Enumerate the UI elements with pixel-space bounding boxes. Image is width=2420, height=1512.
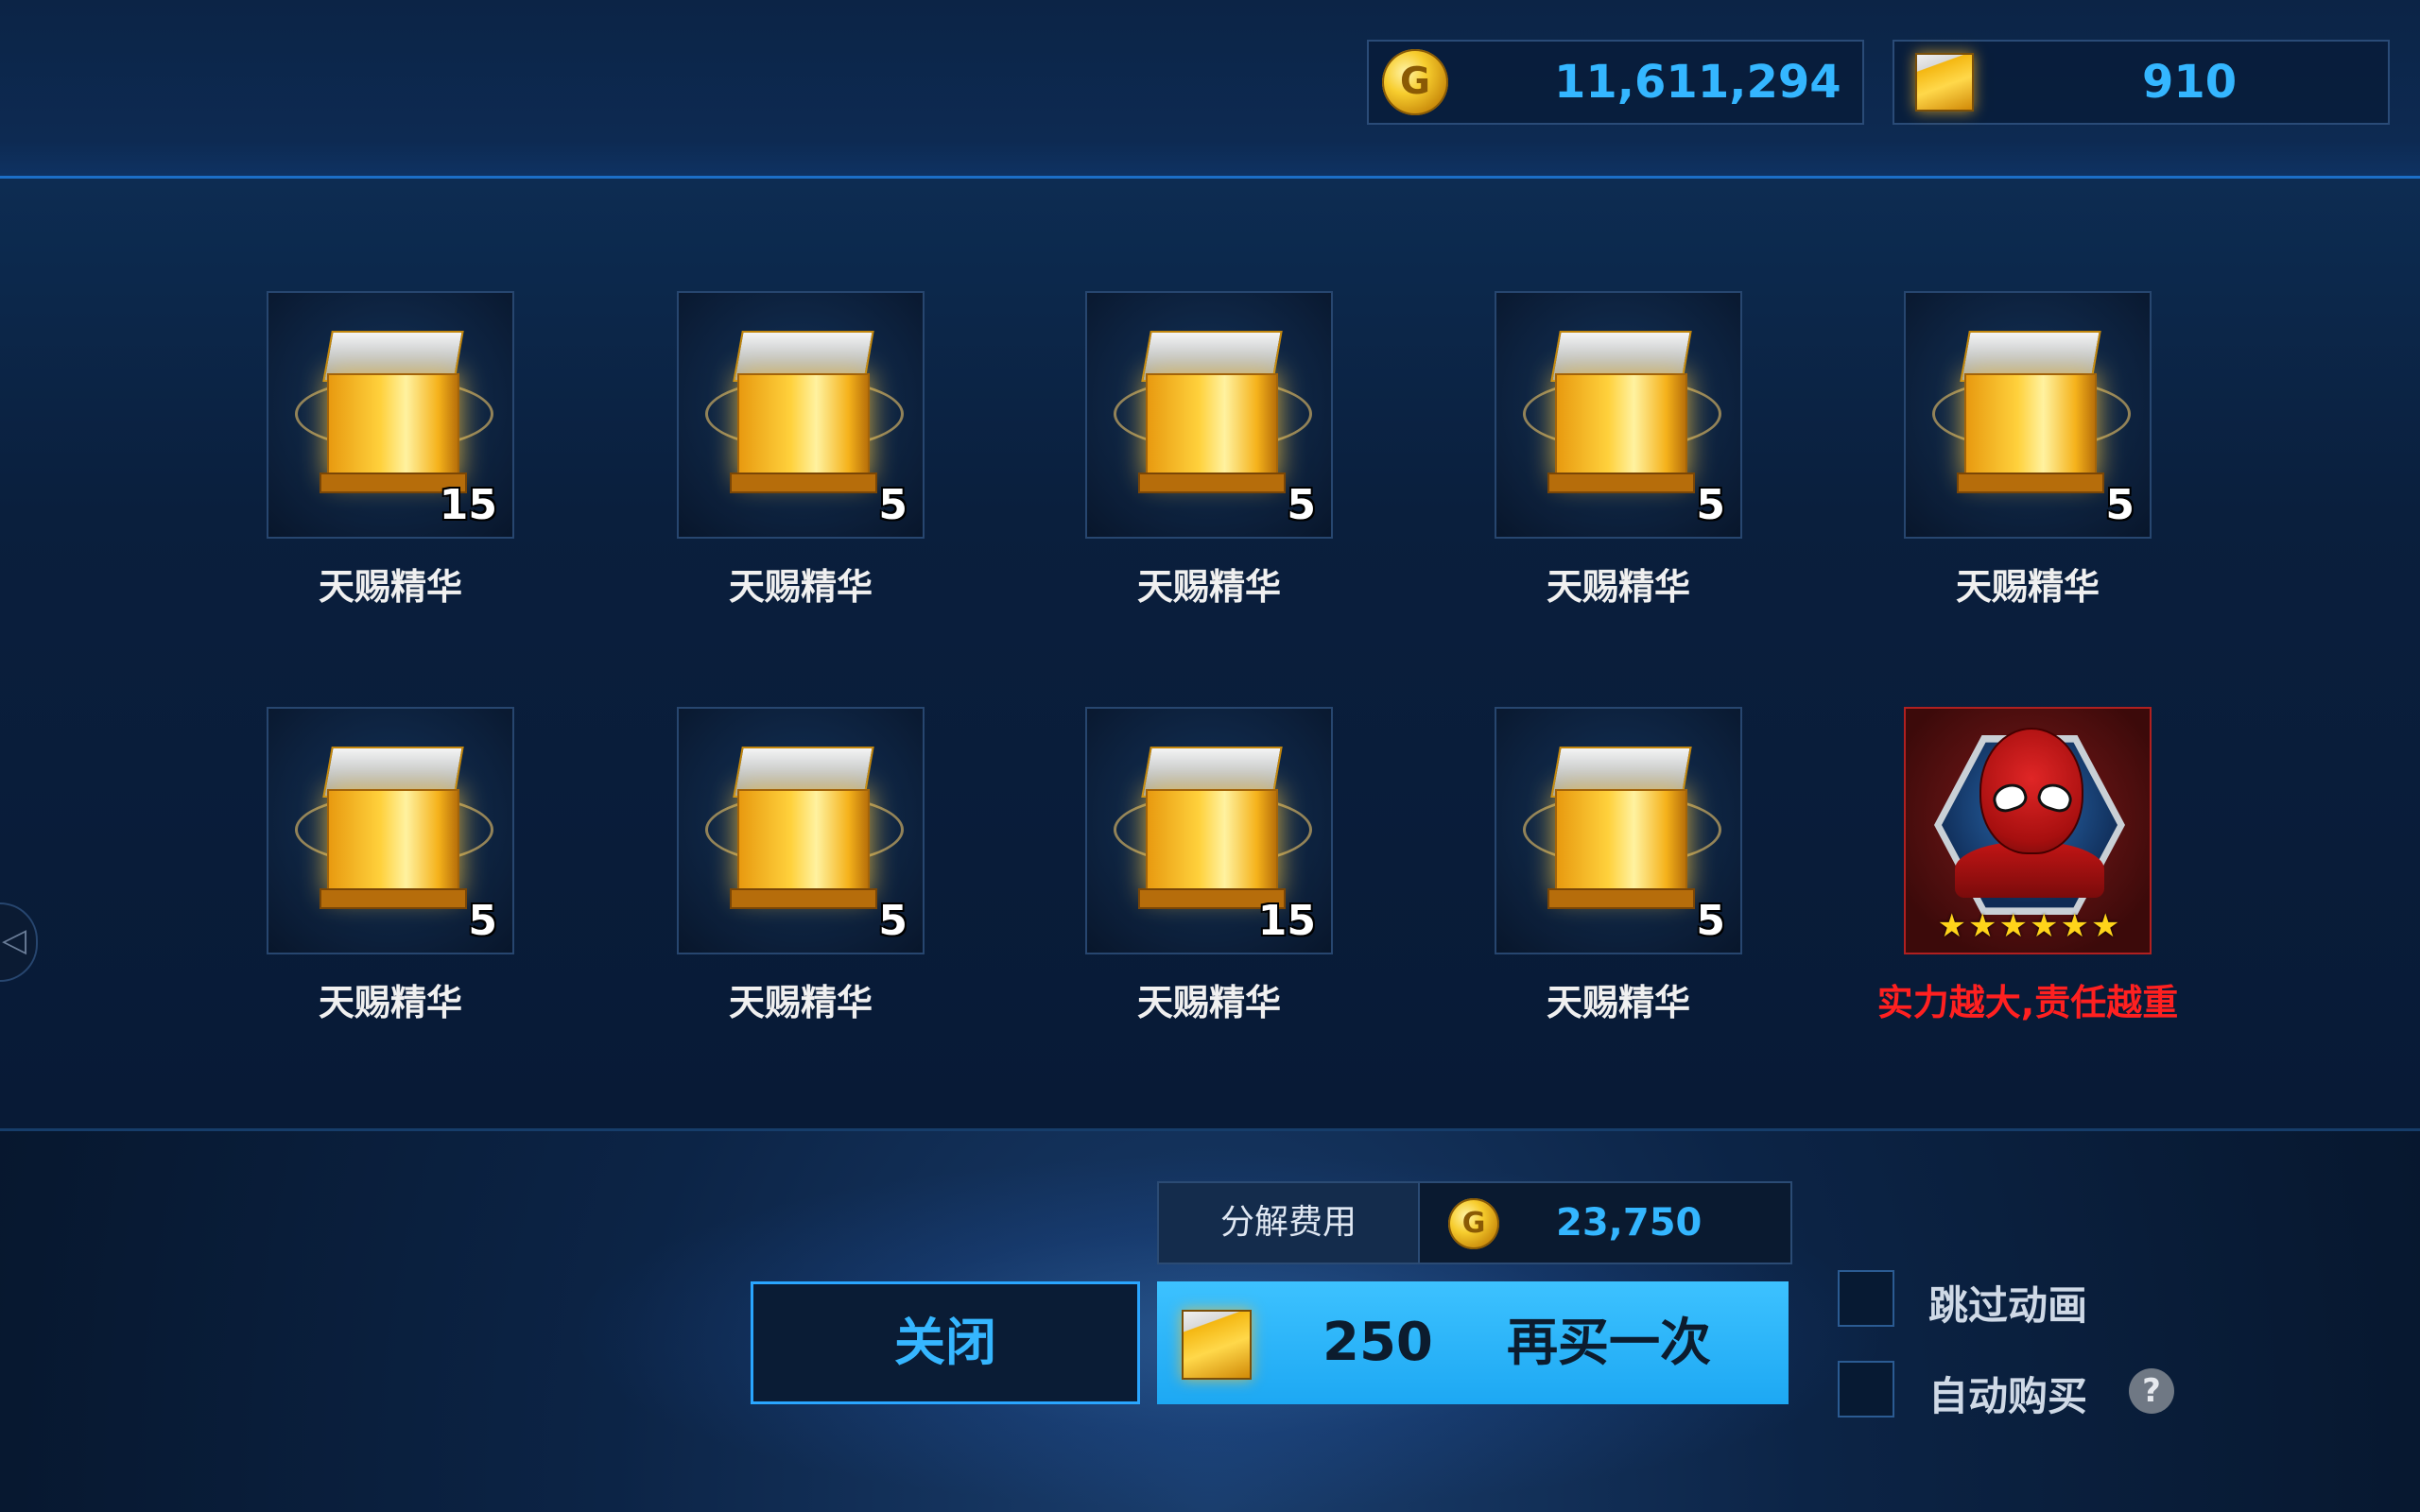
- item-count: 15: [439, 481, 497, 529]
- essence-cube-icon: [295, 321, 493, 493]
- gold-currency: 11,611,294: [1367, 40, 1864, 125]
- gold-coin-icon: [1382, 49, 1448, 115]
- hero-eye-left: [1989, 780, 2031, 816]
- buy-again-button[interactable]: 250 再买一次: [1157, 1281, 1789, 1404]
- hero-slot: ★★★★★★: [1904, 707, 2152, 954]
- hero-label: 实力越大,责任越重: [1876, 982, 2179, 1023]
- close-button[interactable]: 关闭: [751, 1281, 1140, 1404]
- decompose-cost-box: 分解费用 23,750: [1157, 1181, 1792, 1264]
- item-slot: 5: [1495, 291, 1742, 539]
- essence-cube-icon: [1932, 321, 2131, 493]
- help-icon[interactable]: ?: [2129, 1368, 2174, 1414]
- cube-icon: [1915, 53, 1974, 112]
- hero-star-rating: ★★★★★★: [1937, 907, 2122, 945]
- item-label: 天赐精华: [728, 566, 873, 608]
- top-bar: 11,611,294 910: [0, 0, 2420, 179]
- item-label: 天赐精华: [1136, 566, 1281, 608]
- cube-icon: [1182, 1310, 1252, 1380]
- item-count: 15: [1257, 897, 1316, 945]
- decompose-label: 分解费用: [1159, 1183, 1420, 1263]
- essence-cube-icon: [705, 737, 904, 909]
- item-slot: 5: [677, 707, 925, 954]
- item-slot: 15: [267, 291, 514, 539]
- item-count: 5: [1287, 481, 1316, 529]
- item-slot: 5: [267, 707, 514, 954]
- hero-eye-right: [2034, 780, 2076, 816]
- essence-cube-icon: [1114, 321, 1312, 493]
- item-count: 5: [468, 897, 497, 945]
- cube-amount: 910: [2142, 56, 2238, 109]
- item-label: 天赐精华: [318, 982, 462, 1023]
- buy-again-cost: 250: [1322, 1312, 1433, 1373]
- skip-animation-label: 跳过动画: [1928, 1282, 2088, 1329]
- item-label: 天赐精华: [1955, 566, 2100, 608]
- item-count: 5: [878, 897, 908, 945]
- essence-cube-icon: [1523, 321, 1721, 493]
- item-slot: 5: [677, 291, 925, 539]
- auto-buy-label: 自动购买: [1928, 1373, 2088, 1419]
- item-slot: 5: [1085, 291, 1333, 539]
- item-count: 5: [1696, 897, 1725, 945]
- essence-cube-icon: [705, 321, 904, 493]
- cube-currency: 910: [1893, 40, 2390, 125]
- spider-man-portrait: [1979, 728, 2083, 854]
- arrow-icon: ◁: [2, 921, 27, 959]
- item-label: 天赐精华: [318, 566, 462, 608]
- item-label: 天赐精华: [1546, 982, 1690, 1023]
- essence-cube-icon: [1114, 737, 1312, 909]
- buy-again-label: 再买一次: [1507, 1313, 1711, 1372]
- gold-coin-icon: [1448, 1198, 1499, 1249]
- gold-amount: 11,611,294: [1554, 56, 1841, 109]
- item-label: 天赐精华: [1136, 982, 1281, 1023]
- item-slot: 5: [1904, 291, 2152, 539]
- item-label: 天赐精华: [728, 982, 873, 1023]
- item-label: 天赐精华: [1546, 566, 1690, 608]
- item-slot: 5: [1495, 707, 1742, 954]
- auto-buy-checkbox[interactable]: [1838, 1361, 1894, 1418]
- essence-cube-icon: [1523, 737, 1721, 909]
- item-slot: 15: [1085, 707, 1333, 954]
- item-count: 5: [878, 481, 908, 529]
- item-count: 5: [1696, 481, 1725, 529]
- item-count: 5: [2105, 481, 2135, 529]
- skip-animation-checkbox[interactable]: [1838, 1270, 1894, 1327]
- decompose-cost: 23,750: [1556, 1201, 1703, 1245]
- essence-cube-icon: [295, 737, 493, 909]
